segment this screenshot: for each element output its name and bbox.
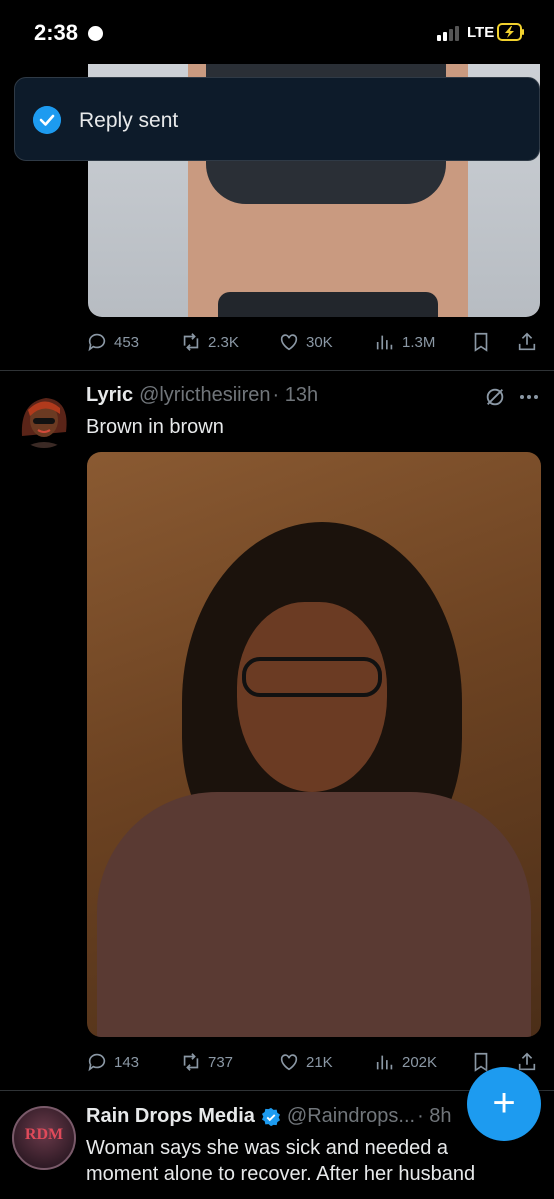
lyric-avatar[interactable] [14, 388, 74, 448]
repost-count: 737 [208, 1053, 234, 1071]
tweet-text-line: Woman says she was sick and needed a [86, 1137, 449, 1159]
reply-icon [88, 333, 106, 352]
avatar-logo-text: RDM [24, 1126, 64, 1143]
plus-icon: + [492, 1081, 516, 1125]
repost-count: 2.3K [208, 333, 239, 351]
battery-charging-icon [497, 23, 524, 41]
views-button[interactable]: 1.3M [374, 327, 435, 357]
raindrops-avatar[interactable]: RDM [12, 1106, 76, 1170]
share-button[interactable] [516, 327, 538, 357]
like-button[interactable]: 21K [278, 1047, 333, 1077]
like-button[interactable]: 30K [278, 327, 333, 357]
heart-icon [280, 334, 298, 351]
repost-icon [183, 1053, 199, 1071]
image-content [97, 792, 531, 1037]
author-handle[interactable]: @Raindrops... [287, 1105, 415, 1128]
tweet-text: Woman says she was sick and needed a mom… [86, 1135, 526, 1187]
share-icon [518, 332, 536, 351]
author-name[interactable]: Lyric [86, 384, 133, 407]
network-label: LTE [467, 24, 495, 41]
tweet2-image[interactable] [87, 452, 541, 1037]
image-content [218, 292, 438, 317]
heart-icon [280, 1054, 298, 1071]
tweet1-action-bar: 453 2.3K 30K 1.3M [86, 327, 540, 357]
like-count: 30K [306, 333, 333, 351]
view-count: 1.3M [402, 333, 436, 351]
signal-icon [437, 25, 463, 41]
views-chart-icon [376, 335, 393, 350]
more-options-icon[interactable] [518, 390, 540, 404]
reply-count: 453 [114, 333, 140, 351]
tweet-text-line: moment alone to recover. After her husba… [86, 1163, 476, 1185]
tweet-text: Brown in brown [86, 416, 224, 438]
tweet3-header: Rain Drops Media @Raindrops... · 8h [86, 1105, 452, 1128]
views-button[interactable]: 202K [374, 1047, 437, 1077]
image-content [242, 657, 382, 697]
avatar-image [21, 398, 67, 448]
repost-button[interactable]: 2.3K [180, 327, 239, 357]
tweet-time: · 8h [417, 1105, 452, 1127]
bookmark-icon [474, 332, 488, 352]
status-time: 2:38 [34, 20, 79, 45]
grok-icon[interactable] [484, 386, 506, 408]
verified-badge-icon [261, 1107, 280, 1126]
status-bar: 2:38 LTE [0, 0, 554, 64]
tweet2-header: Lyric @lyricthesiiren · 13h [86, 384, 318, 407]
repost-button[interactable]: 737 [180, 1047, 233, 1077]
tweet-time: · 13h [272, 384, 319, 406]
focus-dot-icon [88, 26, 103, 41]
check-circle-icon [33, 106, 61, 134]
reply-button[interactable]: 453 [86, 327, 139, 357]
bookmark-button[interactable] [470, 327, 492, 357]
view-count: 202K [402, 1053, 438, 1071]
views-chart-icon [376, 1055, 393, 1070]
author-name[interactable]: Rain Drops Media [86, 1105, 255, 1128]
compose-post-button[interactable]: + [467, 1067, 541, 1141]
reply-icon [88, 1053, 106, 1072]
like-count: 21K [306, 1053, 333, 1071]
author-handle[interactable]: @lyricthesiiren [139, 384, 270, 407]
reply-button[interactable]: 143 [86, 1047, 139, 1077]
image-content [237, 602, 387, 792]
tweet-divider [0, 370, 554, 371]
repost-icon [183, 333, 199, 351]
toast-message: Reply sent [79, 109, 179, 132]
reply-sent-toast: Reply sent [14, 77, 540, 161]
reply-count: 143 [114, 1053, 140, 1071]
